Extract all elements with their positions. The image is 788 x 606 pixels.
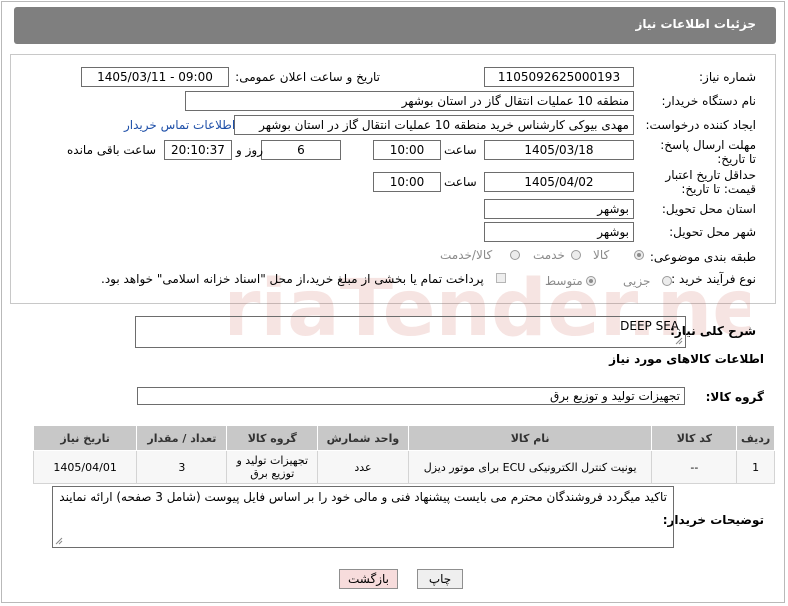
process-radio-minor[interactable] [662,276,672,286]
deadline-time-field[interactable]: 10:00 [373,140,441,160]
deadline-date-field[interactable]: 1405/03/18 [484,140,634,160]
category-label: طبقه بندی موضوعی: [649,250,756,264]
process-label: نوع فرآیند خرید : [671,272,756,286]
deadline-time-label: ساعت [444,143,477,157]
buyer-org-label: نام دستگاه خریدار: [661,94,757,108]
cell-unit: عدد [317,450,409,484]
description-text: DEEP SEA [620,319,679,333]
col-item-code: کد کالا [651,425,738,451]
buyer-org-field[interactable]: منطقه 10 عملیات انتقال گاز در استان بوشه… [185,91,634,111]
category-radio-goods-service[interactable] [510,250,520,260]
page-header: جزئیات اطلاعات نیاز [14,7,776,44]
col-item-group: گروه کالا [226,425,319,451]
resize-handle-icon[interactable] [55,537,63,545]
validity-date-field[interactable]: 1405/04/02 [484,172,634,192]
need-number-label: شماره نیاز: [699,70,756,84]
description-textarea[interactable]: DEEP SEA [135,316,686,348]
goods-group-field[interactable]: تجهیزات تولید و توزیع برق [137,387,685,405]
col-unit: واحد شمارش [317,425,409,451]
buyer-contact-link[interactable]: اطلاعات تماس خریدار [124,118,235,132]
category-radio-service[interactable] [571,250,581,260]
cell-item-group: تجهیزات تولید و توزیع برق [226,450,319,484]
announce-field[interactable]: 1405/03/11 - 09:00 [81,67,229,87]
province-label: استان محل تحویل: [661,202,756,216]
requester-field[interactable]: مهدی بیوکی کارشناس خرید منطقه 10 عملیات … [234,115,634,135]
requester-label: ایجاد کننده درخواست: [645,118,756,132]
buyer-notes-label: توضیحات خریدار: [662,513,764,527]
process-radio-medium[interactable] [586,276,596,286]
category-radio-goods[interactable] [634,250,644,260]
col-need-date: تاریخ نیاز [32,425,138,451]
col-row-number: ردیف [736,425,775,451]
category-option-service: خدمت [533,248,565,262]
validity-time-field[interactable]: 10:00 [373,172,441,192]
buyer-notes-text: تاکید میگردد فروشندگان محترم می بایست پی… [59,490,667,504]
validity-time-label: ساعت [444,175,477,189]
need-number-field[interactable]: 1105092625000193 [484,67,634,87]
days-label: روز و [236,143,263,157]
province-field[interactable]: بوشهر [484,199,634,219]
treasury-payment-checkbox[interactable] [496,273,506,283]
page-title: جزئیات اطلاعات نیاز [635,17,756,31]
announce-label: تاریخ و ساعت اعلان عمومی: [235,70,380,84]
table-header-row: ردیف کد کالا نام کالا واحد شمارش گروه کا… [32,425,775,451]
process-option-medium: متوسط [545,274,583,288]
remaining-time-field[interactable]: 20:10:37 [164,140,232,160]
days-field[interactable]: 6 [261,140,341,160]
city-label: شهر محل تحویل: [669,225,756,239]
print-button[interactable]: چاپ [417,569,463,589]
col-item-name: نام کالا [407,425,653,451]
cell-item-code: -- [651,450,738,484]
remaining-time-label: ساعت باقی مانده [67,143,157,157]
cell-need-date: 1405/04/01 [32,450,138,484]
category-option-goods-service: کالا/خدمت [440,248,493,262]
table-row[interactable]: 1 -- یونیت کنترل الکترونیکی ECU برای موت… [32,450,775,484]
validity-label: حداقل تاریخ اعتبار قیمت: تا تاریخ: [665,168,756,196]
deadline-label: مهلت ارسال پاسخ: تا تاریخ: [660,138,756,166]
goods-table: ردیف کد کالا نام کالا واحد شمارش گروه کا… [32,425,775,484]
cell-quantity: 3 [136,450,228,484]
treasury-payment-note: پرداخت تمام یا بخشی از مبلغ خرید،از محل … [101,272,484,286]
process-option-minor: جزیی [623,274,651,288]
cell-row-number: 1 [736,450,775,484]
buyer-notes-textarea[interactable]: تاکید میگردد فروشندگان محترم می بایست پی… [52,486,674,548]
cell-item-name: یونیت کنترل الکترونیکی ECU برای موتور دی… [407,450,653,484]
col-quantity: تعداد / مقدار [136,425,228,451]
back-button[interactable]: بازگشت [339,569,398,589]
category-option-goods: کالا [593,248,610,262]
city-field[interactable]: بوشهر [484,222,634,242]
goods-group-label: گروه کالا: [705,390,764,404]
goods-info-title: اطلاعات کالاهای مورد نیاز [609,352,764,366]
resize-handle-icon[interactable] [675,337,683,345]
